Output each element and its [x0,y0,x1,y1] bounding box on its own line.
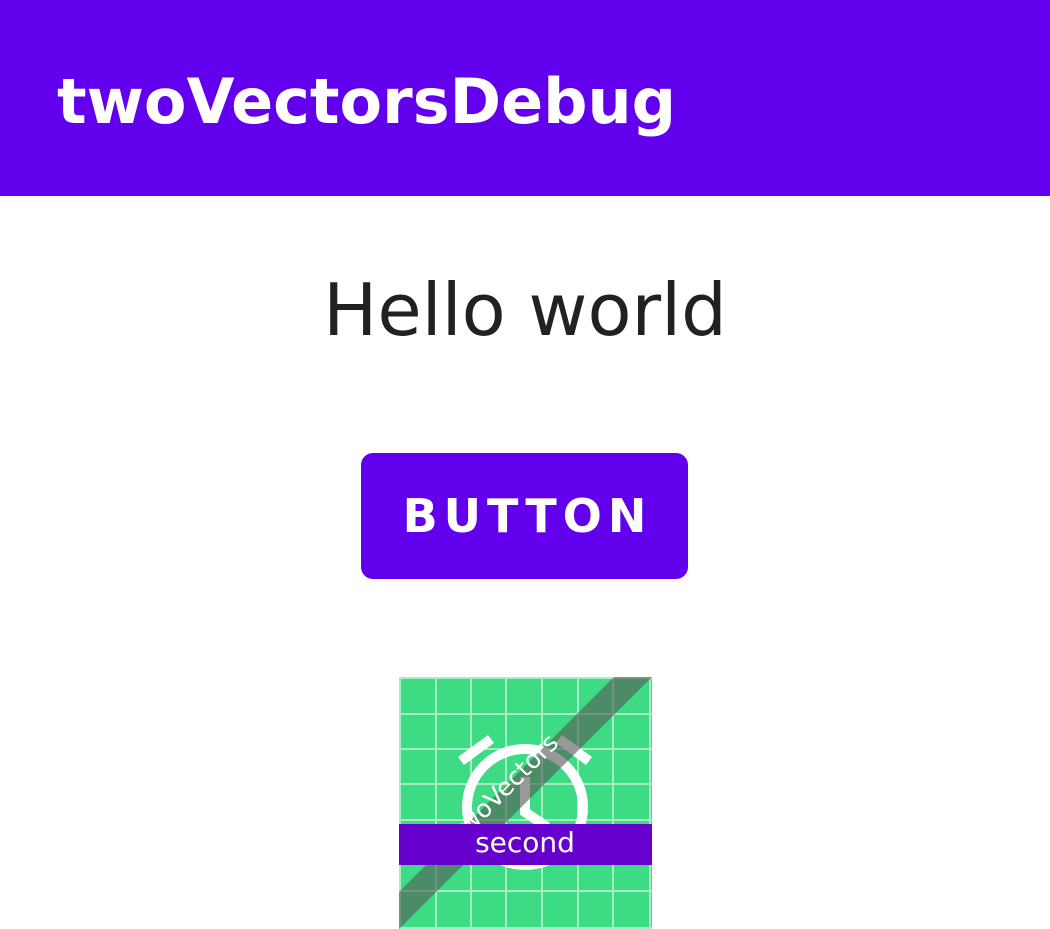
app-title: twoVectorsDebug [57,65,677,138]
hello-text: Hello world [323,268,727,352]
launcher-icon-graphic: twoVectors second [399,677,652,929]
banner-label: second [475,826,575,859]
app-launcher-icon[interactable]: twoVectors second [399,677,652,929]
app-bar: twoVectorsDebug [0,0,1050,196]
main-button[interactable]: BUTTON [361,453,688,579]
